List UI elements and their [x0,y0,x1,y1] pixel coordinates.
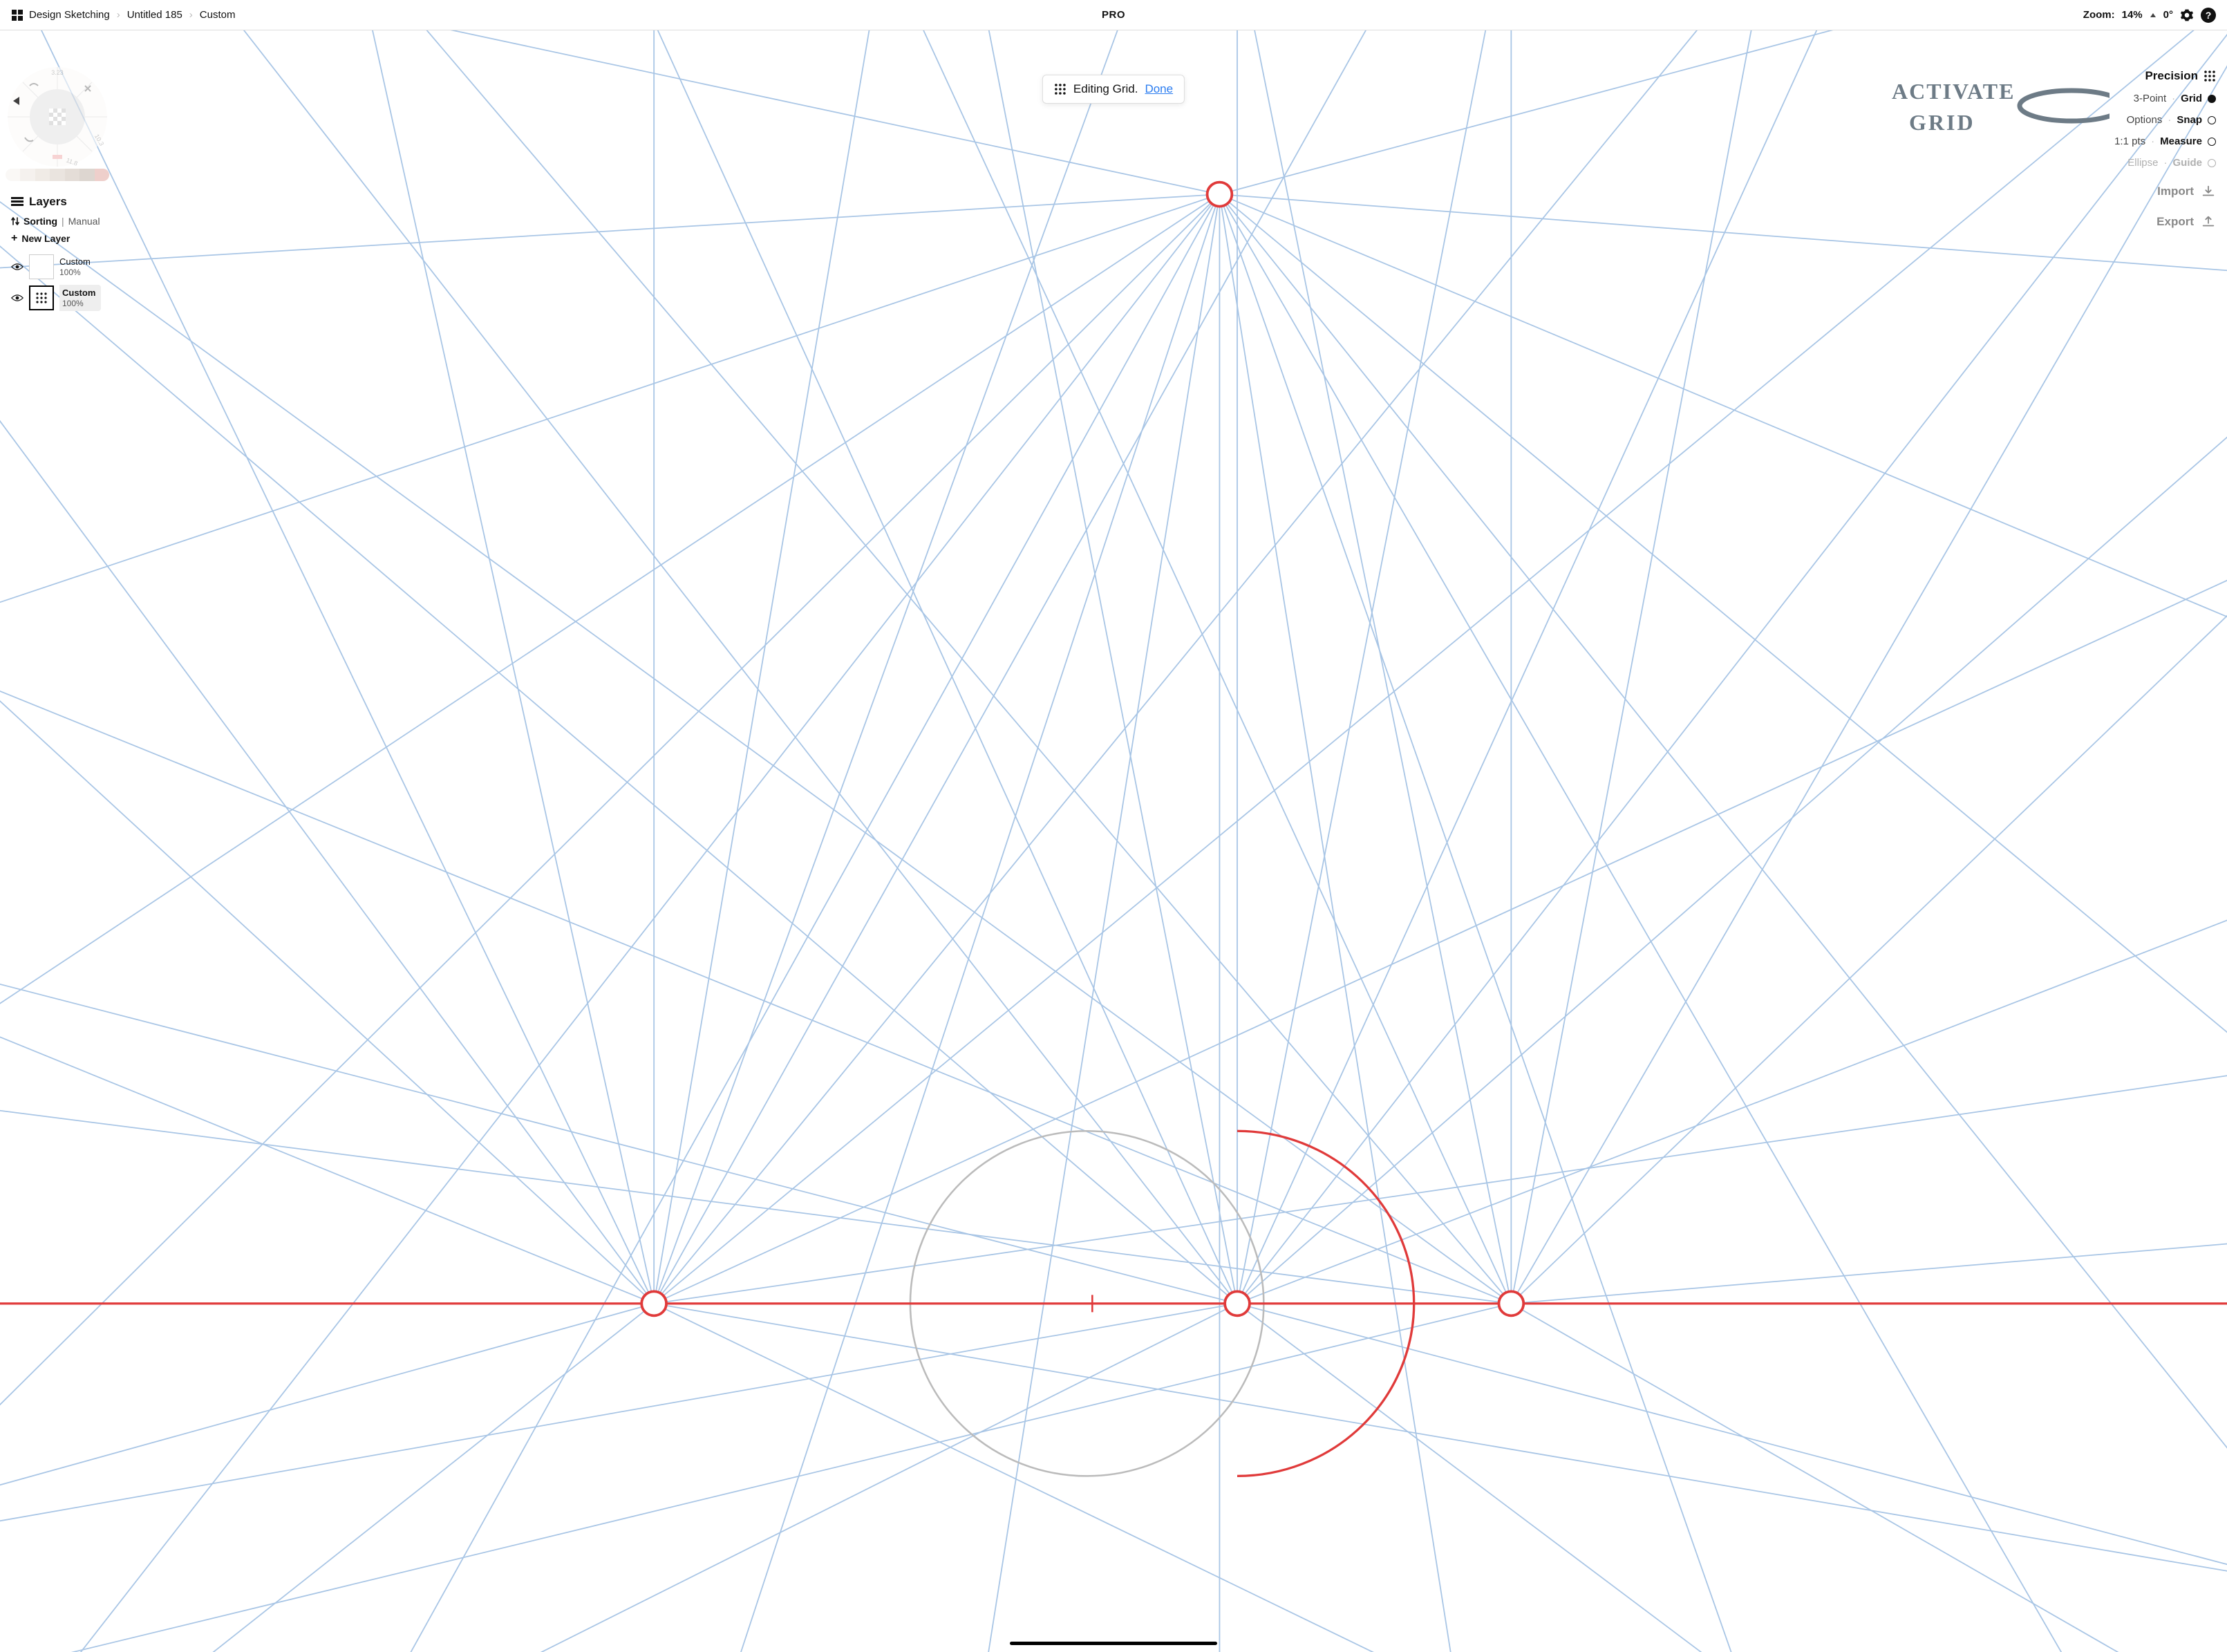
layer-thumbnail [29,254,54,279]
export-icon [2201,214,2216,229]
grid-dots-icon [1054,83,1066,95]
layer-name: Custom [62,288,95,299]
zoom-label: Zoom: [2083,9,2115,21]
layer-name: Custom [59,256,91,267]
apps-icon[interactable] [11,9,24,21]
breadcrumb-sep: › [189,9,193,21]
snap-label: Snap [2177,114,2202,126]
breadcrumb-sep: › [117,9,120,21]
undo-icon[interactable] [10,93,26,109]
zoom-value[interactable]: 14% [2122,9,2143,21]
layers-icon [11,197,24,207]
visibility-icon[interactable] [11,294,24,302]
tool-wheel[interactable]: 3.23 10.3 11.8 [6,65,109,169]
canvas[interactable]: Editing Grid. Done Precision 3-Point · G… [0,30,2227,1652]
rotation-icon [2150,12,2156,19]
precision-panel: Precision 3-Point · Grid Options · Snap … [2114,69,2216,229]
breadcrumb-leaf[interactable]: Custom [200,9,236,21]
editing-grid-text: Editing Grid. [1073,82,1138,96]
measure-sub: 1:1 pts [2114,135,2145,147]
breadcrumb-file[interactable]: Untitled 185 [127,9,182,21]
rotation-value[interactable]: 0° [2163,9,2173,21]
sort-arrows-icon [11,216,19,226]
grid-label: Grid [2181,93,2202,104]
topbar: Design Sketching › Untitled 185 › Custom… [0,0,2227,30]
precision-measure-row[interactable]: 1:1 pts · Measure [2114,135,2216,147]
home-indicator[interactable] [1010,1642,1217,1645]
grid-dots-icon[interactable] [2203,70,2216,82]
visibility-icon[interactable] [11,263,24,271]
layer-opacity: 100% [62,299,95,308]
snap-sub: Options [2127,114,2163,126]
breadcrumb-root[interactable]: Design Sketching [29,9,110,21]
svg-text:3.23: 3.23 [51,69,64,76]
layer-item[interactable]: Custom 100% [11,254,129,279]
import-icon [2201,184,2216,199]
help-icon[interactable]: ? [2201,8,2216,23]
precision-title: Precision [2145,69,2198,83]
breadcrumb: Design Sketching › Untitled 185 › Custom [11,9,235,21]
pro-badge[interactable]: PRO [1102,9,1125,21]
layer-opacity: 100% [59,267,91,277]
layers-title: Layers [29,195,67,209]
grid-dots-icon [35,292,48,304]
guide-label: Guide [2172,157,2202,169]
new-layer-button[interactable]: + New Layer [11,232,129,245]
grid-active-indicator [2208,95,2216,103]
precision-grid-row[interactable]: 3-Point · Grid [2114,93,2216,104]
layer-item[interactable]: Custom 100% [11,285,129,311]
guide-indicator [2208,159,2216,167]
gear-icon[interactable] [2180,8,2194,22]
export-button[interactable]: Export [2114,214,2216,229]
editing-grid-toast: Editing Grid. Done [1042,75,1185,104]
layers-sorting[interactable]: Sorting | Manual [11,216,129,227]
measure-indicator [2208,138,2216,146]
precision-snap-row[interactable]: Options · Snap [2114,114,2216,126]
snap-indicator [2208,116,2216,124]
layers-panel: Layers Sorting | Manual + New Layer Cust… [11,195,129,317]
import-button[interactable]: Import [2114,184,2216,199]
measure-label: Measure [2160,135,2202,147]
grid-subtype: 3-Point [2134,93,2167,104]
perspective-grid [0,30,2227,1652]
layer-thumbnail [29,285,54,310]
done-button[interactable]: Done [1145,82,1173,96]
color-palette[interactable] [6,169,109,181]
precision-guide-row[interactable]: Ellipse · Guide [2114,157,2216,169]
guide-sub: Ellipse [2127,157,2158,169]
